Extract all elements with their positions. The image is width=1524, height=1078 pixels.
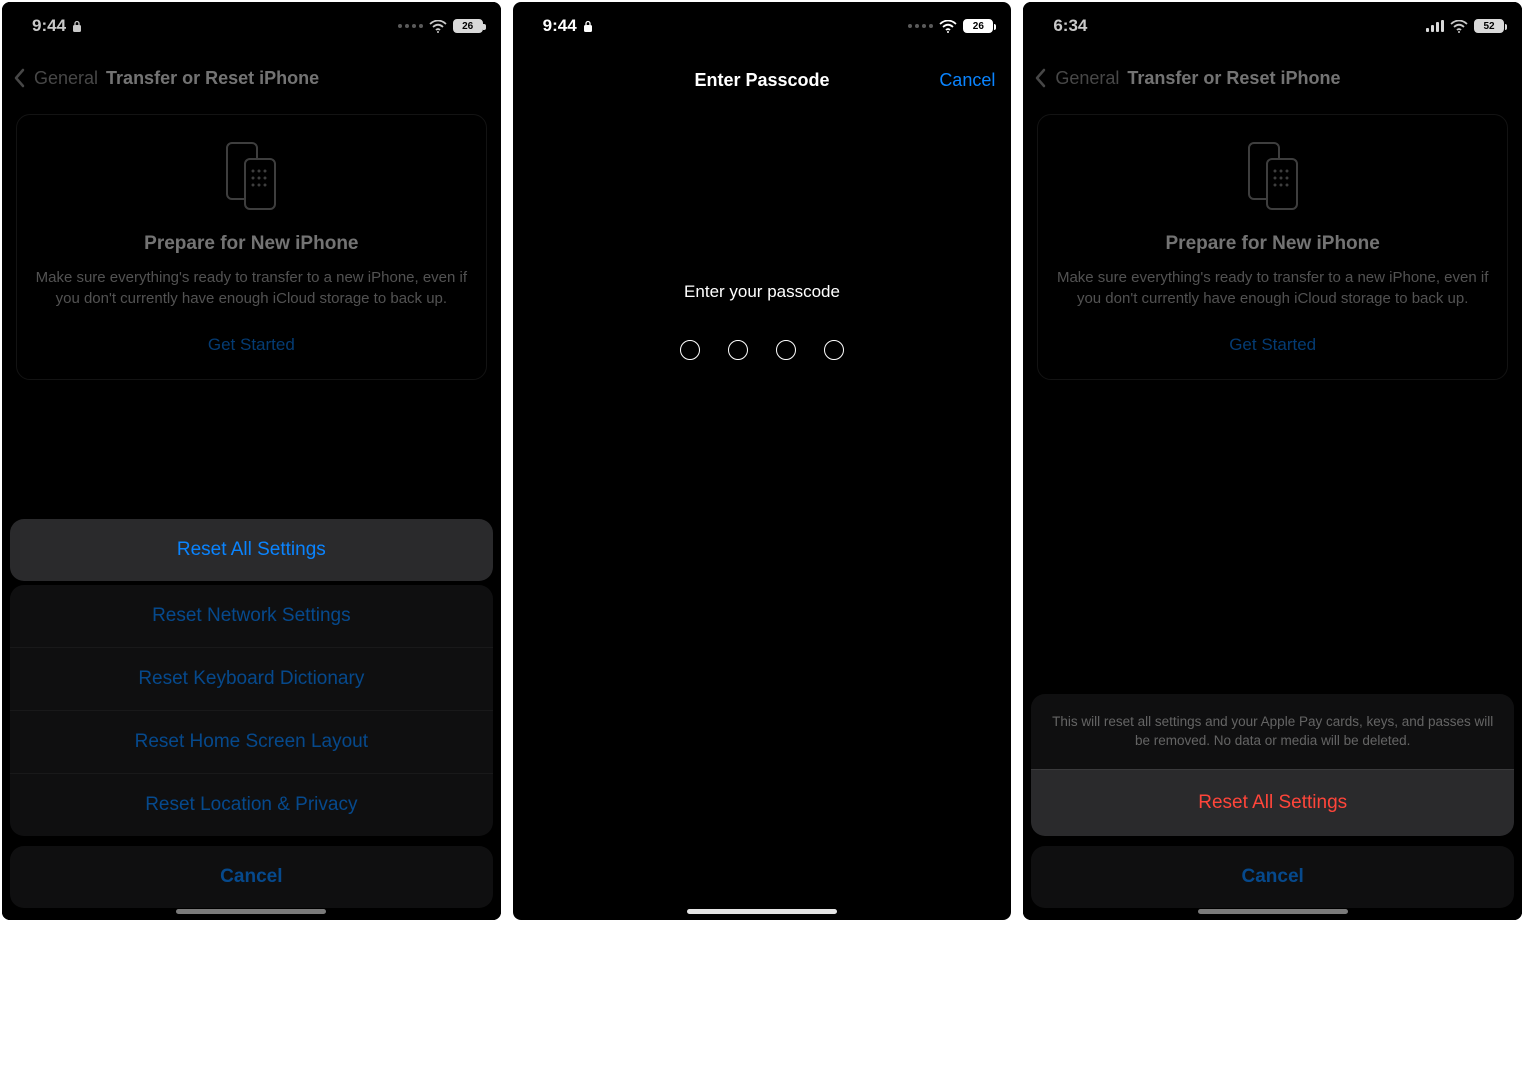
reset-action-sheet: Reset All Settings Reset Network Setting… bbox=[10, 519, 493, 908]
reset-all-settings-button[interactable]: Reset All Settings bbox=[1031, 769, 1514, 836]
cellular-bars-icon bbox=[1426, 20, 1444, 32]
screenshot-2-passcode: 9:44 26 Enter Passcode Cancel Enter your… bbox=[513, 2, 1012, 920]
reset-home-button[interactable]: Reset Home Screen Layout bbox=[10, 710, 493, 773]
passcode-body: Enter your passcode bbox=[513, 282, 1012, 360]
passcode-prompt: Enter your passcode bbox=[513, 282, 1012, 302]
battery-icon: 52 bbox=[1474, 19, 1504, 33]
passcode-header: Enter Passcode Cancel bbox=[513, 58, 1012, 103]
wifi-icon bbox=[429, 20, 447, 33]
screenshot-1-reset-menu: General Transfer or Reset iPhone Prepare… bbox=[2, 2, 501, 920]
passcode-input[interactable] bbox=[513, 340, 1012, 360]
status-bar: 9:44 26 bbox=[513, 2, 1012, 50]
reset-network-button[interactable]: Reset Network Settings bbox=[10, 585, 493, 647]
cellular-dots-icon bbox=[398, 24, 423, 28]
status-bar: 9:44 26 bbox=[2, 2, 501, 50]
cancel-button[interactable]: Cancel bbox=[939, 70, 995, 91]
reset-keyboard-button[interactable]: Reset Keyboard Dictionary bbox=[10, 647, 493, 710]
home-indicator[interactable] bbox=[176, 909, 326, 914]
lock-icon bbox=[583, 20, 593, 33]
reset-all-settings-button[interactable]: Reset All Settings bbox=[10, 519, 493, 581]
passcode-dot bbox=[824, 340, 844, 360]
screenshot-3-confirm: General Transfer or Reset iPhone Prepare… bbox=[1023, 2, 1522, 920]
status-bar: 6:34 52 bbox=[1023, 2, 1522, 50]
lock-icon bbox=[72, 20, 82, 33]
passcode-dot bbox=[776, 340, 796, 360]
passcode-title: Enter Passcode bbox=[694, 70, 829, 91]
battery-level: 52 bbox=[1483, 21, 1494, 32]
battery-icon: 26 bbox=[453, 19, 483, 33]
cancel-button[interactable]: Cancel bbox=[10, 846, 493, 908]
confirm-message: This will reset all settings and your Ap… bbox=[1031, 694, 1514, 769]
battery-icon: 26 bbox=[963, 19, 993, 33]
confirm-action-sheet: This will reset all settings and your Ap… bbox=[1031, 694, 1514, 908]
wifi-icon bbox=[1450, 20, 1468, 33]
home-indicator[interactable] bbox=[687, 909, 837, 914]
cancel-button[interactable]: Cancel bbox=[1031, 846, 1514, 908]
battery-level: 26 bbox=[462, 21, 473, 32]
passcode-dot bbox=[680, 340, 700, 360]
cellular-dots-icon bbox=[908, 24, 933, 28]
wifi-icon bbox=[939, 20, 957, 33]
status-time: 6:34 bbox=[1053, 16, 1087, 36]
battery-level: 26 bbox=[973, 21, 984, 32]
passcode-dot bbox=[728, 340, 748, 360]
status-time: 9:44 bbox=[543, 16, 577, 36]
reset-location-button[interactable]: Reset Location & Privacy bbox=[10, 773, 493, 836]
status-time: 9:44 bbox=[32, 16, 66, 36]
home-indicator[interactable] bbox=[1198, 909, 1348, 914]
